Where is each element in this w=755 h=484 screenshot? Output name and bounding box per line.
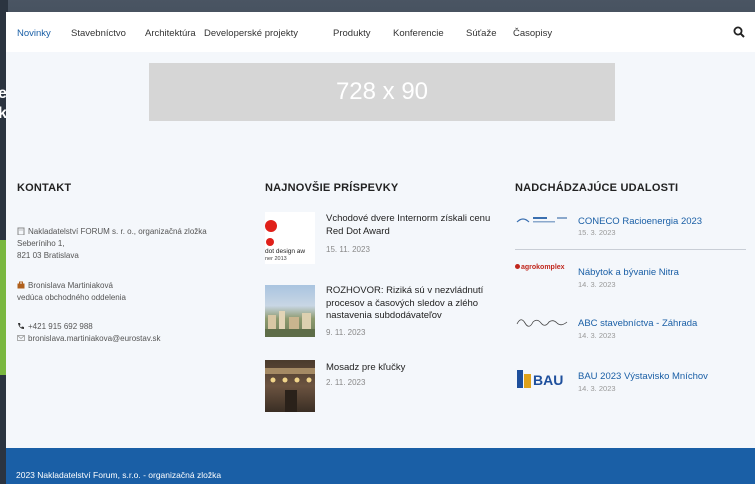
red-dot-caption: dot design aw — [265, 248, 306, 255]
bau-logo-icon[interactable]: BAU — [515, 368, 570, 390]
contact-heading: KONTAKT — [17, 182, 72, 194]
ad-banner-label: 728 x 90 — [335, 78, 429, 105]
event-separator — [515, 249, 746, 250]
event-date: 14. 3. 2023 — [578, 280, 616, 289]
agrokomplex-logo-text: agrokomplex — [521, 264, 565, 271]
contact-phone-text: +421 915 692 988 — [28, 322, 93, 331]
agrokomplex-dot-icon — [515, 264, 520, 269]
ad-banner-placeholder[interactable]: 728 x 90 — [149, 63, 615, 121]
contact-phone[interactable]: +421 915 692 988 — [17, 321, 93, 332]
nav-item-casopisy[interactable]: Časopisy — [513, 28, 552, 39]
building-icon — [17, 227, 25, 235]
nav-item-produkty[interactable]: Produkty — [333, 28, 371, 39]
nav-item-developerske-projekty[interactable]: Developerské projekty — [204, 28, 298, 39]
nav-item-stavebnictvo[interactable]: Stavebníctvo — [71, 28, 126, 39]
event-date: 14. 3. 2023 — [578, 331, 616, 340]
post-date: 9. 11. 2023 — [326, 328, 366, 337]
nav-item-novinky[interactable]: Novinky — [17, 28, 51, 39]
nav-item-sutaze[interactable]: Súťaže — [466, 28, 497, 39]
event-title[interactable]: CONECO Racioenergia 2023 — [578, 216, 702, 227]
event-title[interactable]: Nábytok a bývanie Nitra — [578, 267, 679, 278]
contact-street: Seberíniho 1, — [17, 239, 65, 248]
search-icon[interactable] — [733, 26, 745, 38]
bau-logo-text: BAU — [533, 372, 564, 388]
city-photo-icon — [265, 311, 315, 337]
contact-company-text: Nakladatelství FORUM s. r. o., organizač… — [28, 227, 207, 236]
briefcase-icon — [17, 281, 25, 289]
contact-city: 821 03 Bratislava — [17, 251, 79, 260]
event-title[interactable]: BAU 2023 Výstavisko Mníchov — [578, 371, 708, 382]
post-date: 15. 11. 2023 — [326, 245, 370, 254]
envelope-icon — [17, 335, 25, 341]
phone-icon — [18, 323, 24, 329]
post-date: 2. 11. 2023 — [326, 378, 366, 387]
post-title[interactable]: Vchodové dvere Internorm získali cenu Re… — [326, 213, 506, 238]
events-heading: NADCHÁDZAJÚCE UDALOSTI — [515, 182, 679, 194]
coneco-logo-icon[interactable] — [515, 212, 570, 228]
contact-role: vedúca obchodného oddelenia — [17, 293, 126, 302]
page: Novinky Stavebníctvo Architektúra Develo… — [6, 12, 755, 484]
contact-company: Nakladatelství FORUM s. r. o., organizač… — [17, 226, 207, 237]
post-thumbnail-city[interactable] — [265, 285, 315, 337]
posts-heading: NAJNOVŠIE PRÍSPEVKY — [265, 182, 399, 194]
footer: 2023 Nakladatelství Forum, s.r.o. - orga… — [6, 448, 755, 484]
bau-mark-icon — [517, 370, 531, 388]
contact-person-text: Bronislava Martiniaková — [28, 281, 113, 290]
brass-photo-icon — [265, 368, 315, 412]
post-thumbnail-red-dot[interactable]: dot design aw ner 2013 — [265, 212, 315, 264]
agrokomplex-logo-icon[interactable]: agrokomplex — [515, 264, 570, 280]
top-navigation: Novinky Stavebníctvo Architektúra Develo… — [6, 12, 755, 52]
post-title[interactable]: ROZHOVOR: Riziká sú v nezvládnutí proces… — [326, 285, 506, 323]
post-thumbnail-brass[interactable] — [265, 360, 315, 412]
nav-item-architektura[interactable]: Architektúra — [145, 28, 196, 39]
nav-item-konferencie[interactable]: Konferencie — [393, 28, 444, 39]
footer-copyright: 2023 Nakladatelství Forum, s.r.o. - orga… — [16, 470, 222, 480]
event-date: 14. 3. 2023 — [578, 384, 616, 393]
contact-email[interactable]: bronislava.martiniakova@eurostav.sk — [17, 333, 160, 344]
red-dot-year: ner 2013 — [265, 256, 287, 262]
contact-email-text: bronislava.martiniakova@eurostav.sk — [28, 334, 161, 343]
contact-person: Bronislava Martiniaková — [17, 280, 113, 291]
post-title[interactable]: Mosadz pre kľučky — [326, 362, 506, 375]
event-date: 15. 3. 2023 — [578, 228, 616, 237]
script-logo-icon[interactable] — [515, 314, 570, 330]
event-title[interactable]: ABC stavebníctva - Záhrada — [578, 318, 697, 329]
